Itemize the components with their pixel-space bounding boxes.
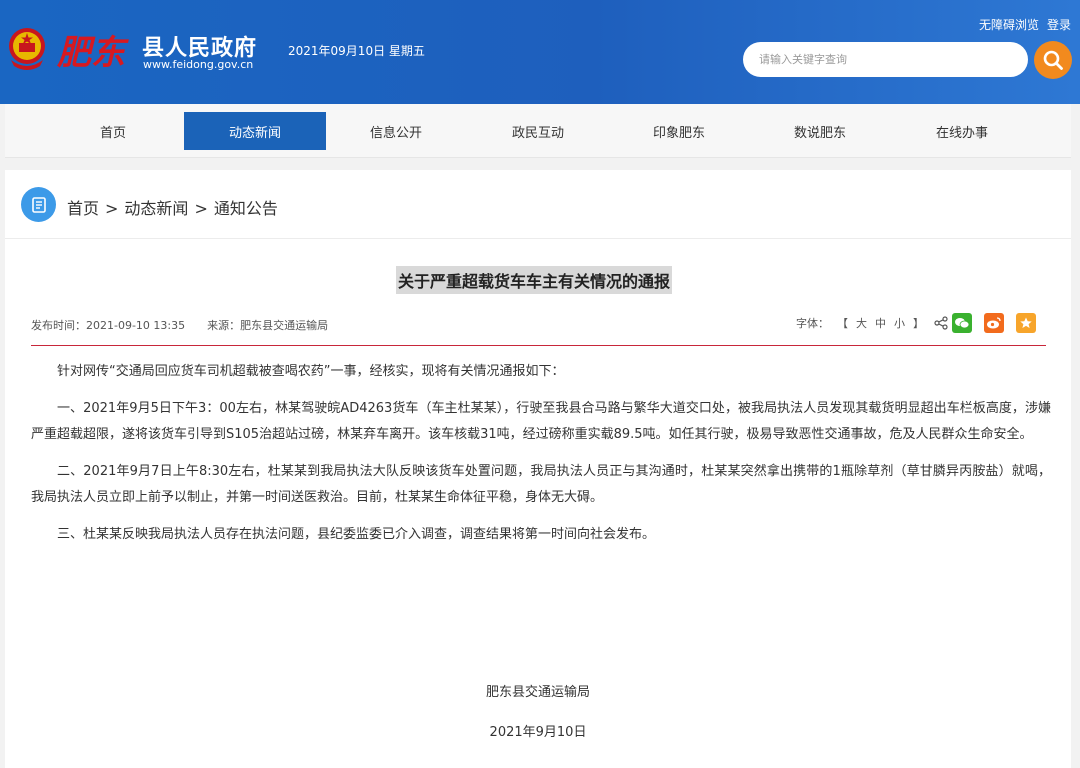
article-meta: 发布时间：2021-09-10 13:35 来源：肥东县交通运输局: [31, 317, 350, 333]
font-size-small[interactable]: 小: [894, 315, 905, 331]
article-paragraph-2: 二、2021年9月7日上午8:30左右，杜某某到我局执法大队反映该货车处置问题，…: [31, 464, 1051, 505]
wechat-icon[interactable]: [952, 313, 972, 333]
article-title: 关于严重超载货车车主有关情况的通报: [396, 266, 673, 294]
nav-item-home[interactable]: 首页: [42, 112, 184, 150]
article-tools: 字体： 【 大 中 小 】: [796, 313, 1036, 333]
header-date: 2021年09月10日 星期五: [288, 44, 425, 58]
breadcrumb-home[interactable]: 首页: [67, 199, 99, 218]
font-size-label: 字体：: [796, 317, 829, 330]
search-input[interactable]: [743, 42, 1028, 77]
nav-item-services[interactable]: 在线办事: [891, 112, 1033, 150]
signature-date: 2021年9月10日: [489, 725, 587, 740]
nav-item-interaction[interactable]: 政民互动: [467, 112, 609, 150]
logo-text: 肥东: [56, 33, 129, 73]
site-url: www.feidong.gov.cn: [143, 58, 254, 71]
breadcrumb-news[interactable]: 动态新闻: [124, 199, 188, 218]
nav-item-data[interactable]: 数说肥东: [749, 112, 891, 150]
nav-item-info[interactable]: 信息公开: [325, 112, 467, 150]
document-icon: [21, 187, 56, 222]
national-emblem-icon: [9, 28, 45, 70]
article: 关于严重超载货车车主有关情况的通报 发布时间：2021-09-10 13:35 来…: [5, 238, 1071, 768]
article-body: 针对网传“交通局回应货车司机超载被查喝农药”一事，经核实，现将有关情况通报如下：…: [31, 359, 1051, 559]
favorite-icon[interactable]: [1016, 313, 1036, 333]
article-source: 来源：肥东县交通运输局: [207, 319, 329, 332]
site-header: 肥东 县人民政府 www.feidong.gov.cn 2021年09月10日 …: [0, 0, 1080, 104]
title-divider: [31, 345, 1046, 346]
search-icon: [1043, 50, 1063, 70]
accessibility-link[interactable]: 无障碍浏览: [979, 18, 1039, 32]
article-paragraph-1: 一、2021年9月5日下午3：00左右，林某驾驶皖AD4263货车（车主杜某某）…: [31, 401, 1051, 442]
breadcrumb-separator: >: [194, 199, 208, 218]
share-icon[interactable]: [934, 316, 948, 330]
search-button[interactable]: [1034, 41, 1072, 79]
breadcrumb: 首页 > 动态新闻 > 通知公告: [67, 195, 284, 219]
top-links: 无障碍浏览 登录: [971, 16, 1071, 33]
font-size-medium[interactable]: 中: [875, 315, 886, 331]
font-bracket-close: 】: [913, 317, 924, 330]
font-size-large[interactable]: 大: [856, 315, 867, 331]
font-bracket-open: 【: [837, 317, 848, 330]
feidong-script-logo: 肥东: [56, 33, 129, 73]
publish-time: 发布时间：2021-09-10 13:35: [31, 319, 186, 332]
nav-item-news[interactable]: 动态新闻: [184, 112, 326, 150]
breadcrumb-separator: >: [105, 199, 119, 218]
weibo-icon[interactable]: [984, 313, 1004, 333]
breadcrumb-panel: 首页 > 动态新闻 > 通知公告: [5, 170, 1071, 238]
main-nav: 首页 动态新闻 信息公开 政民互动 印象肥东 数说肥东 在线办事: [5, 104, 1071, 158]
nav-item-impression[interactable]: 印象肥东: [608, 112, 750, 150]
article-paragraph-3: 三、杜某某反映我局执法人员存在执法问题，县纪委监委已介入调查，调查结果将第一时间…: [57, 527, 656, 542]
breadcrumb-notices[interactable]: 通知公告: [214, 199, 278, 218]
signature-org: 肥东县交通运输局: [485, 685, 590, 700]
article-paragraph-intro: 针对网传“交通局回应货车司机超载被查喝农药”一事，经核实，现将有关情况通报如下：: [57, 364, 565, 379]
login-link[interactable]: 登录: [1047, 18, 1071, 32]
